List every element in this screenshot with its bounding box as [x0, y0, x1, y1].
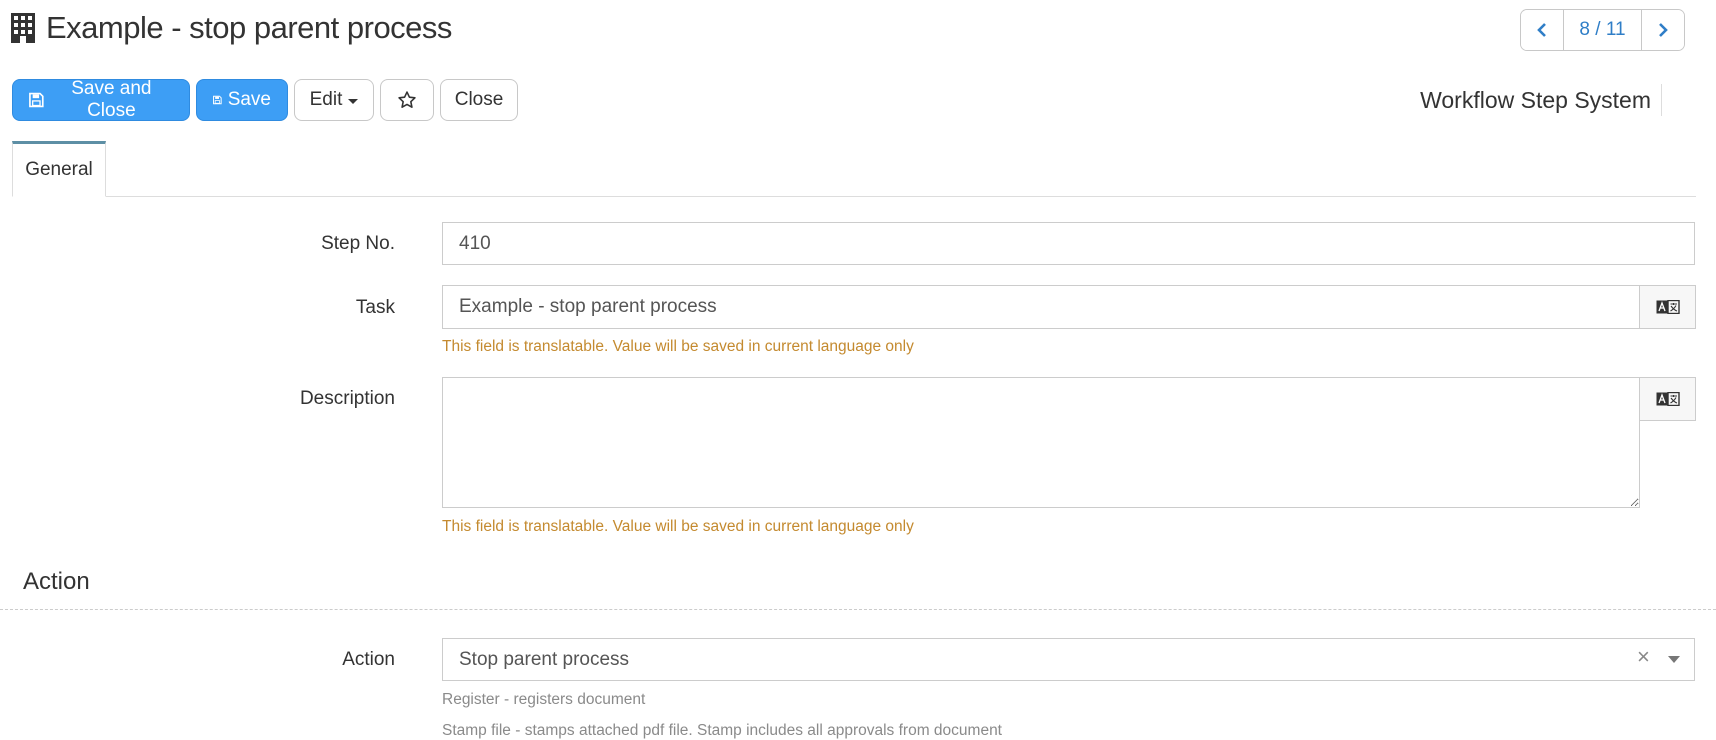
entity-type-label: Workflow Step System: [1420, 84, 1662, 116]
action-help-text: Stamp file - stamps attached pdf file. S…: [442, 722, 1002, 739]
description-label: Description: [299, 388, 395, 409]
save-and-close-label: Save and Close: [71, 78, 152, 121]
action-select-value: Stop parent process: [459, 648, 630, 670]
description-translatable-hint: This field is translatable. Value will b…: [442, 518, 914, 535]
star-icon: [398, 91, 416, 108]
record-position: 8 / 11: [1563, 10, 1642, 50]
save-label: Save: [227, 89, 271, 110]
translate-icon: [1656, 392, 1680, 406]
chevron-right-icon: [1659, 23, 1668, 37]
next-record-button[interactable]: [1642, 10, 1684, 50]
previous-record-button[interactable]: [1521, 10, 1563, 50]
step-no-input[interactable]: [442, 222, 1695, 265]
dropdown-arrow-icon[interactable]: [1668, 656, 1680, 663]
description-textarea[interactable]: [442, 377, 1640, 508]
edit-label: Edit: [309, 89, 343, 110]
close-button[interactable]: Close: [440, 79, 518, 121]
tab-bar: General: [12, 141, 1696, 197]
action-section-title: Action: [23, 568, 90, 595]
task-label: Task: [355, 297, 395, 318]
record-pager: 8 / 11: [1520, 9, 1685, 51]
floppy-disk-icon: [29, 92, 44, 108]
task-translatable-hint: This field is translatable. Value will b…: [442, 338, 914, 355]
save-and-close-button[interactable]: Save and Close: [12, 78, 190, 121]
section-divider: [0, 609, 1716, 610]
action-select[interactable]: Stop parent process: [442, 638, 1695, 681]
edit-dropdown-button[interactable]: Edit: [294, 79, 374, 121]
favorite-button[interactable]: [380, 79, 434, 121]
tab-general[interactable]: General: [12, 141, 106, 197]
page-title-text: Example - stop parent process: [46, 10, 452, 45]
action-label: Action: [342, 649, 395, 670]
action-help-text: Register - registers document: [442, 691, 646, 708]
step-no-label: Step No.: [321, 233, 395, 254]
floppy-disk-icon: [213, 95, 222, 105]
page-title: Example - stop parent process: [10, 10, 452, 46]
save-button[interactable]: Save: [196, 79, 288, 121]
translate-icon: [1656, 300, 1680, 314]
close-label: Close: [454, 89, 504, 110]
description-translate-button[interactable]: [1639, 377, 1696, 421]
toolbar: Save and Close Save Edit Close: [12, 78, 518, 121]
chevron-left-icon: [1537, 23, 1546, 37]
caret-down-icon: [348, 99, 359, 104]
task-translate-button[interactable]: [1639, 285, 1696, 329]
building-icon: [11, 13, 35, 43]
task-input[interactable]: Example - stop parent process: [442, 285, 1640, 329]
clear-selection-icon[interactable]: ×: [1637, 646, 1650, 668]
